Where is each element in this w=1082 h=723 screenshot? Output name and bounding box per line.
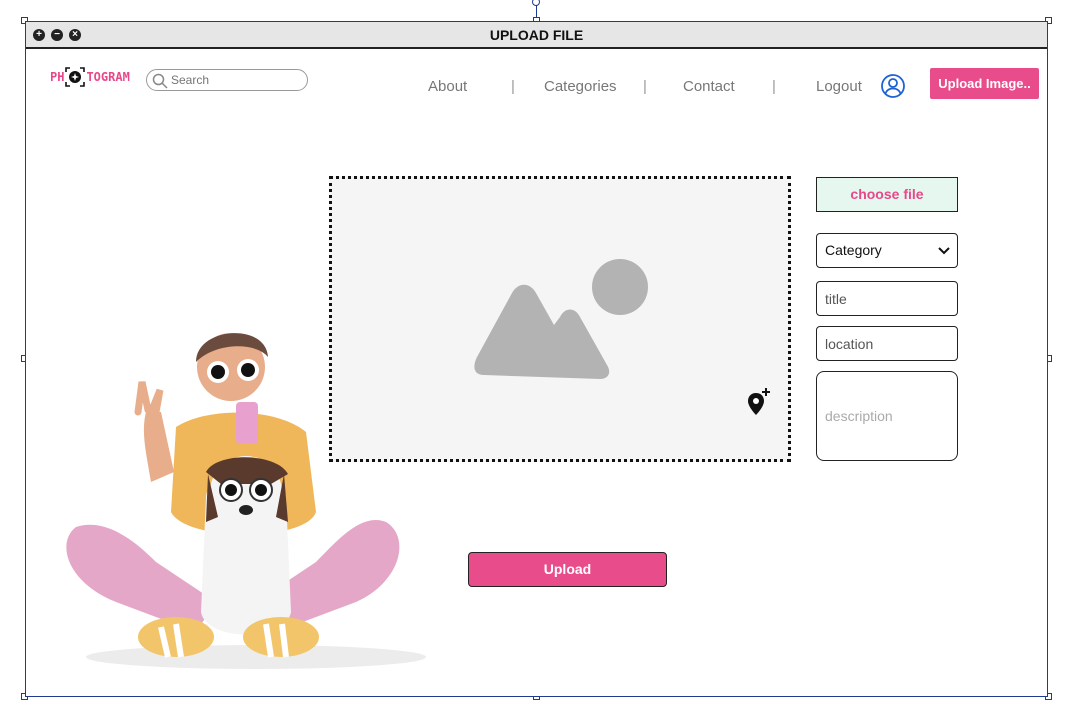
nav-separator: |: [643, 78, 647, 95]
rotate-handle[interactable]: [532, 0, 540, 6]
logo-text-end: TOGRAM: [86, 70, 130, 84]
nav-logout[interactable]: Logout: [816, 78, 862, 95]
nav-categories[interactable]: Categories: [544, 78, 617, 95]
search-box[interactable]: [146, 69, 308, 91]
window-title: UPLOAD FILE: [489, 27, 584, 43]
chevron-down-icon: [937, 244, 951, 260]
title-field[interactable]: [816, 281, 958, 316]
nav-separator: |: [511, 78, 515, 95]
image-placeholder-icon: [472, 257, 652, 387]
title-bar: + − × UPLOAD FILE: [26, 22, 1047, 49]
logo-text-start: PH: [50, 70, 65, 84]
add-location-icon[interactable]: [747, 387, 771, 422]
person-with-dog-illustration: [56, 312, 436, 682]
choose-file-button[interactable]: choose file: [816, 177, 958, 212]
app-window: + − × UPLOAD FILE PH TOGRAM About | Cate…: [25, 21, 1048, 697]
category-selected-value: Category: [825, 242, 882, 258]
camera-shutter-icon: [65, 67, 86, 87]
nav-about[interactable]: About: [428, 78, 467, 95]
upload-button[interactable]: Upload: [468, 552, 667, 587]
search-icon: [152, 73, 168, 94]
location-field[interactable]: [816, 326, 958, 361]
rotate-handle-line: [536, 4, 537, 18]
category-select[interactable]: Category: [816, 233, 958, 268]
search-input[interactable]: [171, 72, 301, 88]
nav-contact[interactable]: Contact: [683, 78, 735, 95]
upload-image-button[interactable]: Upload Image..: [930, 68, 1039, 99]
nav-separator: |: [772, 78, 776, 95]
logo[interactable]: PH TOGRAM: [50, 67, 130, 87]
description-field[interactable]: [816, 371, 958, 461]
user-circle-icon[interactable]: [881, 74, 905, 103]
